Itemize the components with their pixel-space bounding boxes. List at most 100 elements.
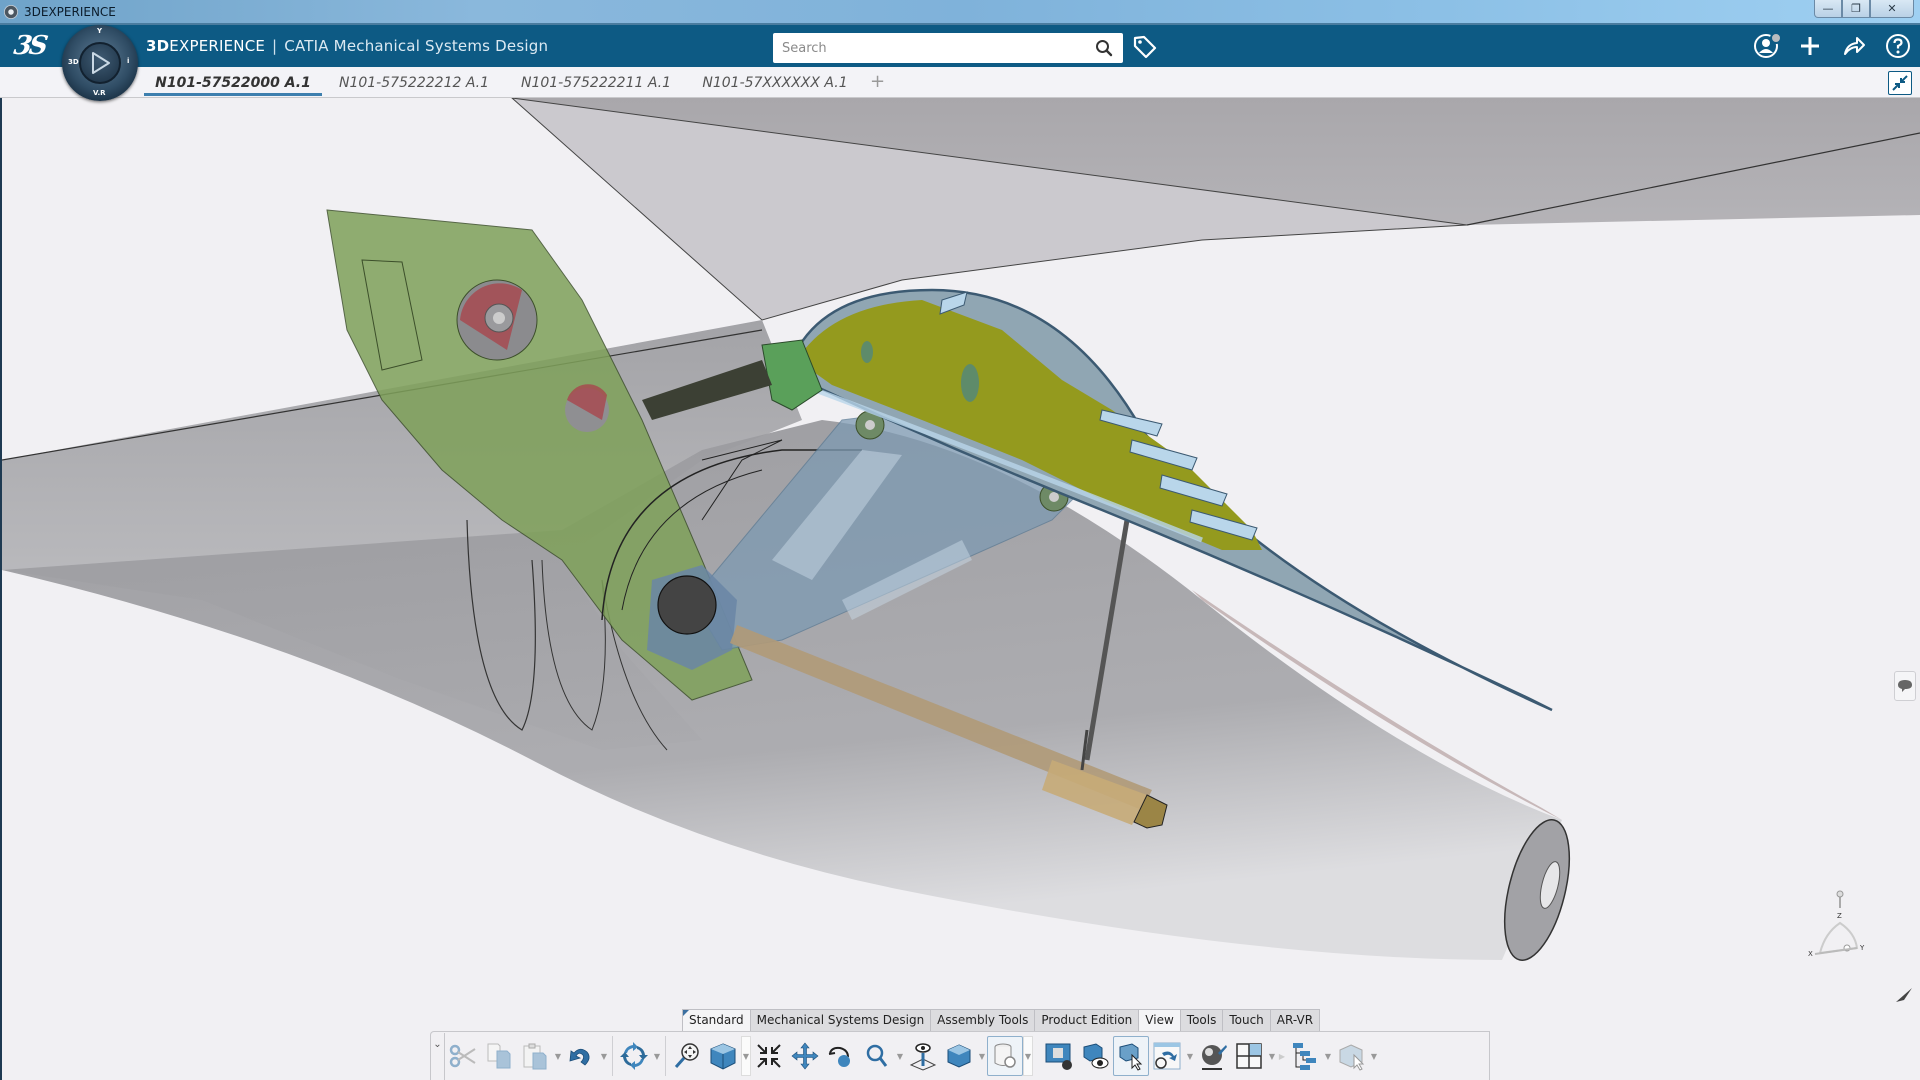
chevron-down-icon: ⌄ <box>433 1038 442 1050</box>
triad-z-label: Z <box>1837 912 1842 920</box>
search-box <box>773 33 1123 63</box>
look-at-icon <box>909 1043 937 1071</box>
dassault-logo-icon[interactable]: 3S <box>12 31 47 61</box>
tab-n101-57522000[interactable]: N101-57522000 A.1 <box>144 67 322 98</box>
title-separator: | <box>272 37 278 55</box>
restore-view-icon <box>1153 1042 1181 1070</box>
help-button[interactable] <box>1876 25 1920 67</box>
tab-n101-57xxxxxx[interactable]: N101-57XXXXXX A.1 <box>700 67 850 98</box>
action-tab-product-edition[interactable]: Product Edition <box>1034 1009 1140 1031</box>
multi-view-dropdown[interactable]: ▼ <box>1267 1036 1277 1076</box>
select-icon <box>1339 1044 1365 1071</box>
product-brand: CATIA <box>284 37 329 55</box>
compass-play-button[interactable] <box>79 42 121 84</box>
compass-vr-label[interactable]: V.R <box>93 89 106 97</box>
action-tab-standard[interactable]: Standard <box>682 1009 751 1031</box>
tab-label: N101-575222212 A.1 <box>338 74 490 91</box>
multi-view-icon <box>1236 1043 1262 1069</box>
collapse-header-button[interactable] <box>1888 71 1912 95</box>
tab-n101-575222212[interactable]: N101-575222212 A.1 <box>334 67 494 98</box>
action-tab-touch[interactable]: Touch <box>1222 1009 1271 1031</box>
corner-arrow-icon[interactable] <box>1894 986 1914 1006</box>
copy-button[interactable] <box>481 1036 517 1076</box>
compass-info-label[interactable]: i <box>127 57 129 65</box>
undo-button[interactable] <box>563 1036 599 1076</box>
undo-dropdown[interactable]: ▼ <box>599 1036 609 1076</box>
search-input[interactable] <box>773 33 1073 63</box>
triad-x-label: X <box>1808 950 1813 958</box>
cut-button[interactable] <box>445 1036 481 1076</box>
minimize-icon: — <box>1822 2 1834 15</box>
rotate-button[interactable] <box>823 1036 859 1076</box>
zoom-button[interactable] <box>859 1036 895 1076</box>
select-dropdown[interactable]: ▼ <box>1369 1036 1379 1076</box>
action-bar-expand-button[interactable]: ⌄ <box>431 1032 445 1080</box>
display-settings-button[interactable] <box>1041 1036 1077 1076</box>
tab-n101-575222211[interactable]: N101-575222211 A.1 <box>516 67 676 98</box>
action-tab-tools[interactable]: Tools <box>1179 1009 1224 1031</box>
view-dropdown[interactable]: ▼ <box>741 1036 751 1076</box>
tag-icon[interactable] <box>1131 33 1159 61</box>
materials-button[interactable] <box>1195 1036 1231 1076</box>
fit-all-button[interactable] <box>751 1036 787 1076</box>
user-profile-button[interactable] <box>1744 25 1788 67</box>
zoom-area-button[interactable] <box>669 1036 705 1076</box>
compass-social-label[interactable]: Y <box>97 27 102 35</box>
tree-button[interactable] <box>1287 1036 1323 1076</box>
update-icon <box>620 1042 648 1070</box>
brand-rest: EXPERIENCE <box>169 37 266 55</box>
action-bar-tabs: Standard Mechanical Systems Design Assem… <box>682 1009 1321 1031</box>
close-button[interactable]: ✕ <box>1870 0 1914 18</box>
look-at-button[interactable] <box>905 1036 941 1076</box>
add-tab-button[interactable]: + <box>870 71 885 92</box>
comments-button[interactable] <box>1894 671 1916 701</box>
more-tools-arrow[interactable]: ▶ <box>1277 1036 1287 1076</box>
show-hide-icon <box>1083 1043 1109 1069</box>
axis-triad[interactable]: Z X Y <box>1800 888 1880 968</box>
undo-icon <box>569 1048 590 1066</box>
show-hide-button[interactable] <box>1077 1036 1113 1076</box>
render-style-dropdown[interactable]: ▼ <box>977 1036 987 1076</box>
select-button[interactable] <box>1333 1036 1369 1076</box>
restore-icon: ❐ <box>1851 2 1861 15</box>
copy-icon <box>487 1043 511 1069</box>
share-button[interactable] <box>1832 25 1876 67</box>
toolbar-separator <box>612 1036 613 1076</box>
update-button[interactable] <box>616 1036 652 1076</box>
compass-3d-label[interactable]: 3D <box>68 58 79 66</box>
action-tab-view[interactable]: View <box>1138 1009 1181 1031</box>
zoom-dropdown[interactable]: ▼ <box>895 1036 905 1076</box>
paste-dropdown[interactable]: ▼ <box>553 1036 563 1076</box>
restore-view-button[interactable] <box>1149 1036 1185 1076</box>
tree-dropdown[interactable]: ▼ <box>1323 1036 1333 1076</box>
search-icon[interactable] <box>1095 39 1113 57</box>
multi-view-button[interactable] <box>1231 1036 1267 1076</box>
paste-button[interactable] <box>517 1036 553 1076</box>
render-style-button[interactable] <box>941 1036 977 1076</box>
notification-badge <box>1770 32 1782 44</box>
pan-button[interactable] <box>787 1036 823 1076</box>
display-settings-icon <box>1045 1043 1072 1070</box>
visualization-dropdown[interactable]: ▼ <box>1023 1036 1033 1076</box>
zoom-icon <box>866 1044 888 1067</box>
action-tab-mechanical-systems-design[interactable]: Mechanical Systems Design <box>749 1009 932 1031</box>
add-button[interactable] <box>1788 25 1832 67</box>
minimize-arrows-icon <box>1892 75 1908 91</box>
minimize-button[interactable]: — <box>1814 0 1842 18</box>
app-header: 3S 3DEXPERIENCE | CATIA Mechanical Syste… <box>0 23 1920 67</box>
restore-view-dropdown[interactable]: ▼ <box>1185 1036 1195 1076</box>
cut-icon <box>449 1044 476 1068</box>
action-tab-ar-vr[interactable]: AR-VR <box>1269 1009 1321 1031</box>
action-tab-assembly-tools[interactable]: Assembly Tools <box>930 1009 1036 1031</box>
update-dropdown[interactable]: ▼ <box>652 1036 662 1076</box>
restore-button[interactable]: ❐ <box>1842 0 1870 18</box>
play-icon <box>92 52 110 74</box>
compass-widget[interactable]: 3D V.R i Y <box>62 25 138 101</box>
rotate-icon <box>828 1046 850 1067</box>
visualization-options-button[interactable] <box>987 1036 1023 1076</box>
3d-viewport[interactable]: Z X Y <box>0 98 1920 1080</box>
swap-visible-space-button[interactable] <box>1113 1036 1149 1076</box>
3d-scene[interactable] <box>2 98 1920 1080</box>
pivot-disc <box>657 575 717 635</box>
view-cube-button[interactable] <box>705 1036 741 1076</box>
